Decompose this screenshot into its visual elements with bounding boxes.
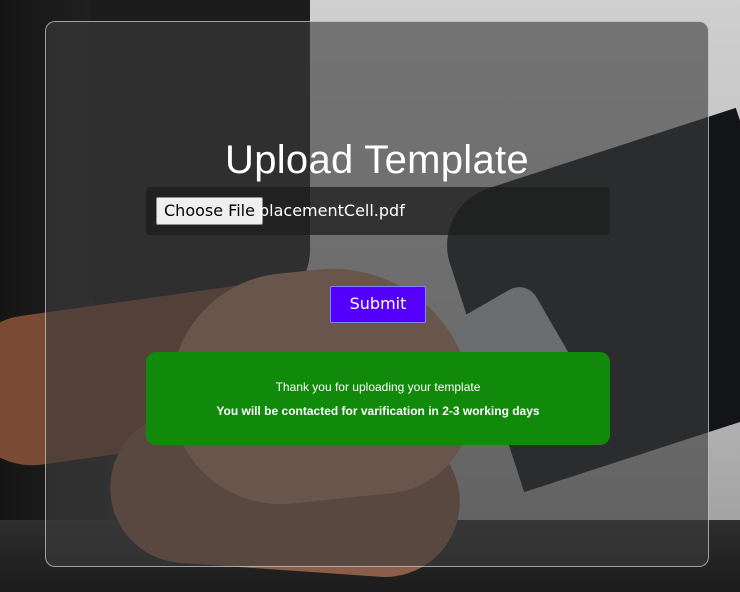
submit-button[interactable]: Submit xyxy=(330,286,426,323)
success-alert: Thank you for uploading your template Yo… xyxy=(146,352,610,445)
alert-detail: You will be contacted for varification i… xyxy=(216,404,540,418)
selected-file-name: placementCell.pdf xyxy=(259,201,405,220)
upload-card: Upload Template Choose File placementCel… xyxy=(45,21,709,567)
page-title: Upload Template xyxy=(225,138,529,182)
file-input[interactable]: Choose File placementCell.pdf xyxy=(146,187,610,235)
choose-file-button[interactable]: Choose File xyxy=(156,197,263,225)
alert-message: Thank you for uploading your template xyxy=(275,380,481,394)
